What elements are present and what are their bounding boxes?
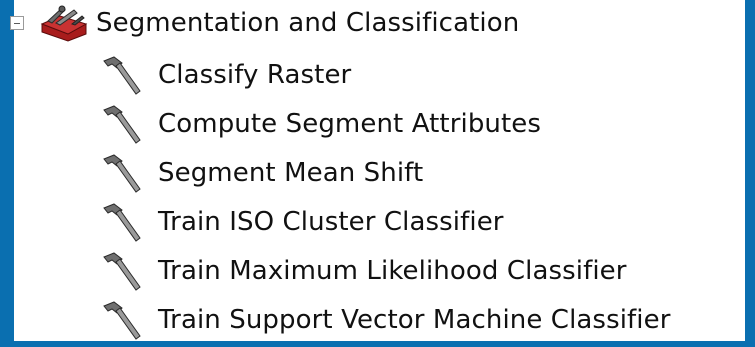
tool-item-compute-segment-attributes[interactable]: Compute Segment Attributes — [100, 99, 671, 148]
hammer-icon — [103, 300, 141, 340]
minus-icon — [14, 22, 20, 24]
hammer-icon — [103, 153, 141, 193]
tool-item-classify-raster[interactable]: Classify Raster — [100, 50, 671, 99]
hammer-icon — [103, 55, 141, 95]
tool-label: Compute Segment Attributes — [158, 108, 542, 139]
tool-item-train-iso-cluster-classifier[interactable]: Train ISO Cluster Classifier — [100, 197, 671, 246]
hammer-icon — [103, 251, 141, 291]
tool-label: Segment Mean Shift — [158, 157, 424, 188]
hammer-icon — [103, 104, 141, 144]
tool-item-segment-mean-shift[interactable]: Segment Mean Shift — [100, 148, 671, 197]
tool-label: Train Maximum Likelihood Classifier — [158, 255, 627, 286]
toolbox-label: Segmentation and Classification — [96, 8, 520, 38]
tool-item-train-maximum-likelihood-classifier[interactable]: Train Maximum Likelihood Classifier — [100, 246, 671, 295]
tool-item-train-support-vector-machine-classifier[interactable]: Train Support Vector Machine Classifier — [100, 295, 671, 344]
tree-panel: Segmentation and Classification Classify… — [10, 0, 745, 344]
tool-label: Train Support Vector Machine Classifier — [158, 304, 671, 335]
collapse-toggle[interactable] — [10, 16, 24, 30]
tool-label: Train ISO Cluster Classifier — [158, 206, 504, 237]
catalog-window: Segmentation and Classification Classify… — [0, 0, 755, 347]
toolbox-icon — [40, 5, 88, 42]
toolbox-node[interactable]: Segmentation and Classification — [6, 2, 519, 44]
window-frame-left — [0, 0, 14, 347]
hammer-icon — [103, 202, 141, 242]
tool-list: Classify Raster Compute Segment Attribut… — [100, 50, 671, 344]
tool-label: Classify Raster — [158, 59, 352, 90]
toolbox-tree: Segmentation and Classification Classify… — [10, 0, 745, 344]
